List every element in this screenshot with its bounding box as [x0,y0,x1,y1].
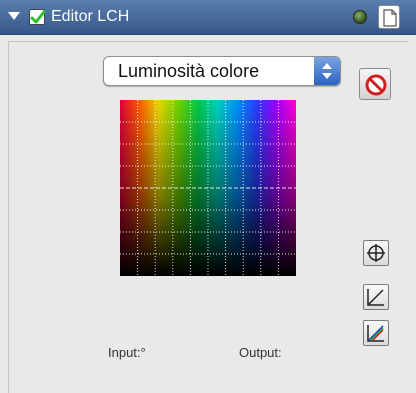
document-button[interactable] [378,5,400,29]
reset-button[interactable] [359,68,391,100]
lch-color-grid[interactable] [120,100,296,276]
crosshair-icon [367,244,385,262]
no-entry-icon [365,74,387,96]
mode-select-value: Luminosità colore [118,61,260,81]
output-readout: Output: [239,345,282,360]
linear-curve-button[interactable] [363,284,389,310]
title-bar: Editor LCH [0,0,416,35]
input-readout: Input:° [108,345,146,360]
mode-select[interactable]: Luminosità colore [103,56,341,86]
checkmark-icon [30,10,46,24]
window-title: Editor LCH [51,8,130,25]
select-arrows-icon [314,57,340,85]
status-dot-icon [353,10,367,24]
color-curve-button[interactable] [363,320,389,346]
color-grid-canvas[interactable] [120,100,296,276]
document-icon [383,9,397,27]
lch-editor-window: Editor LCH Luminosità colore Input:° Out… [0,0,416,393]
curve-linear-icon [367,289,384,306]
picker-button[interactable] [363,240,389,266]
curve-color-icon [367,325,384,342]
disclosure-triangle-icon[interactable] [8,12,20,20]
enable-checkbox[interactable] [29,9,46,25]
